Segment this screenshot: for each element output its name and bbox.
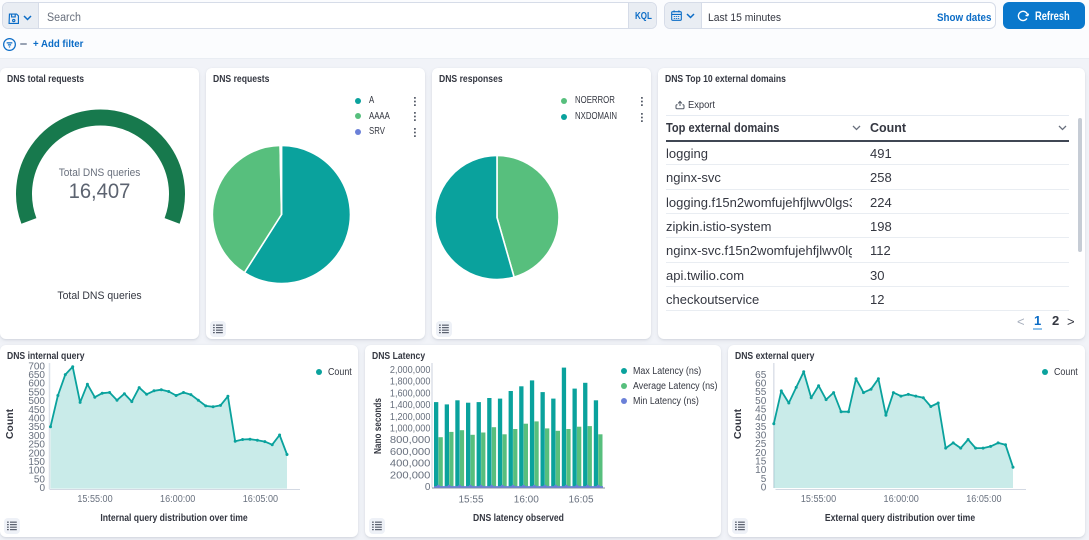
svg-text:65: 65	[755, 370, 767, 381]
svg-text:0: 0	[425, 482, 431, 493]
svg-text:15:55: 15:55	[458, 495, 483, 506]
svg-text:16:00:00: 16:00:00	[884, 494, 920, 505]
svg-text:200,000: 200,000	[390, 470, 431, 481]
svg-text:700: 700	[28, 361, 45, 372]
svg-text:2,000,000: 2,000,000	[390, 365, 431, 376]
svg-text:1,800,000: 1,800,000	[390, 377, 431, 388]
svg-text:16:05:00: 16:05:00	[966, 494, 1002, 505]
svg-text:16:00:00: 16:00:00	[160, 494, 196, 505]
svg-text:15:55:00: 15:55:00	[77, 494, 113, 505]
svg-text:15:55:00: 15:55:00	[801, 494, 837, 505]
svg-text:800,000: 800,000	[390, 435, 431, 446]
svg-text:1,200,000: 1,200,000	[390, 412, 431, 423]
svg-text:1,400,000: 1,400,000	[390, 400, 431, 411]
svg-text:1,600,000: 1,600,000	[390, 388, 431, 399]
svg-text:400,000: 400,000	[390, 459, 431, 470]
svg-text:16:00: 16:00	[514, 495, 539, 506]
svg-text:16:05:00: 16:05:00	[243, 494, 279, 505]
svg-text:1,000,000: 1,000,000	[390, 424, 431, 435]
svg-text:16:05: 16:05	[568, 495, 593, 506]
svg-text:600,000: 600,000	[390, 447, 431, 458]
